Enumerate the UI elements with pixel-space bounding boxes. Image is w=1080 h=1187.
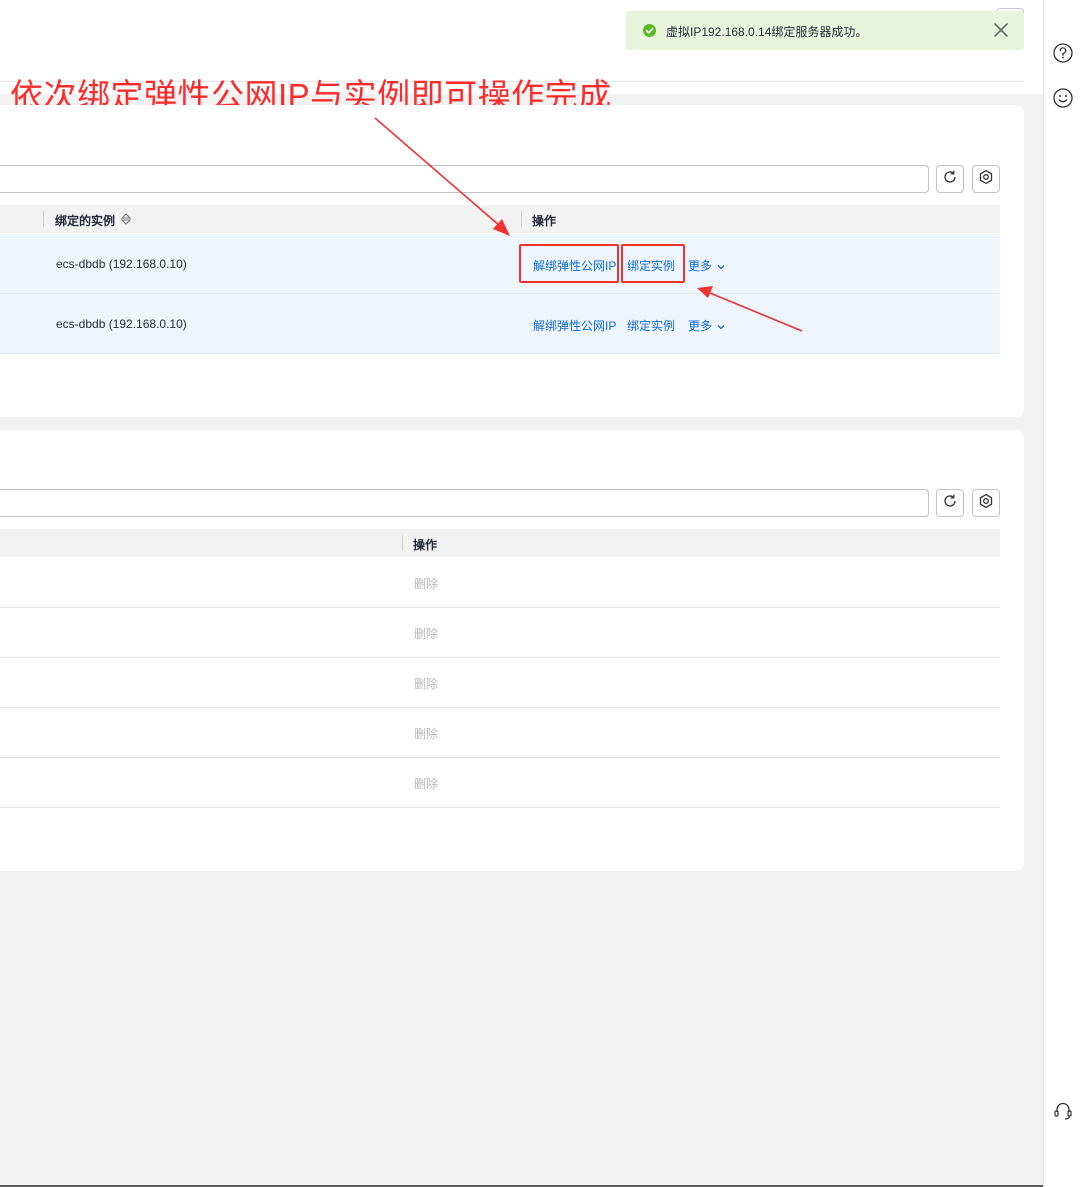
delete-link[interactable]: 删除 <box>414 675 438 692</box>
table-row: ecs-dbdb (192.168.0.10) 解绑弹性公网IP 绑定实例 更多 <box>0 234 1000 294</box>
highlight-bind-instance <box>621 244 685 283</box>
more-link[interactable]: 更多 <box>688 257 712 274</box>
column-header-actions: 操作 <box>413 538 438 552</box>
close-icon[interactable] <box>991 20 1011 40</box>
vip-card: 操作 删除 删除 删除 删除 删除 <box>0 430 1024 871</box>
delete-link[interactable]: 删除 <box>414 625 438 642</box>
help-circle-icon[interactable] <box>1052 42 1074 64</box>
gear-icon <box>978 169 994 190</box>
delete-link[interactable]: 删除 <box>414 575 438 592</box>
search-input[interactable] <box>0 489 929 517</box>
instance-cell: ecs-dbdb (192.168.0.10) <box>56 317 187 331</box>
settings-button[interactable] <box>972 489 1000 517</box>
unbind-eip-link[interactable]: 解绑弹性公网IP <box>533 317 616 334</box>
table-row: 删除 <box>0 608 1000 658</box>
smile-icon[interactable] <box>1052 87 1074 109</box>
headset-icon[interactable] <box>1052 1100 1074 1122</box>
table-row: 删除 <box>0 758 1000 808</box>
search-input[interactable] <box>0 165 929 193</box>
refresh-icon <box>942 169 958 190</box>
table-header: 绑定的实例 操作 <box>0 205 1000 233</box>
settings-button[interactable] <box>972 165 1000 193</box>
eip-card: 绑定的实例 操作 ecs-dbdb (192.168.0.10) 解绑弹性公网I… <box>0 105 1024 417</box>
table-row: ecs-dbdb (192.168.0.10) 解绑弹性公网IP 绑定实例 更多 <box>0 294 1000 354</box>
delete-link[interactable]: 删除 <box>414 725 438 742</box>
highlight-unbind-eip <box>519 244 619 283</box>
table-row: 删除 <box>0 658 1000 708</box>
refresh-icon <box>942 493 958 514</box>
column-header-instance: 绑定的实例 <box>55 214 116 228</box>
success-toast: 虚拟IP192.168.0.14绑定服务器成功。 <box>626 11 1024 50</box>
sort-icon[interactable] <box>120 212 132 231</box>
toast-message: 虚拟IP192.168.0.14绑定服务器成功。 <box>666 25 868 39</box>
right-rail <box>1043 0 1080 1187</box>
table-row: 删除 <box>0 558 1000 608</box>
refresh-button[interactable] <box>936 165 964 193</box>
table-header: 操作 <box>0 529 1000 557</box>
more-link[interactable]: 更多 <box>688 317 712 334</box>
chevron-down-icon[interactable] <box>716 259 726 277</box>
bind-instance-link[interactable]: 绑定实例 <box>627 317 675 334</box>
table-row: 删除 <box>0 708 1000 758</box>
refresh-button[interactable] <box>936 489 964 517</box>
delete-link[interactable]: 删除 <box>414 775 438 792</box>
instance-cell: ecs-dbdb (192.168.0.10) <box>56 257 187 271</box>
chevron-down-icon[interactable] <box>716 319 726 337</box>
gear-icon <box>978 493 994 514</box>
success-icon <box>643 24 656 37</box>
column-header-actions: 操作 <box>532 214 557 228</box>
